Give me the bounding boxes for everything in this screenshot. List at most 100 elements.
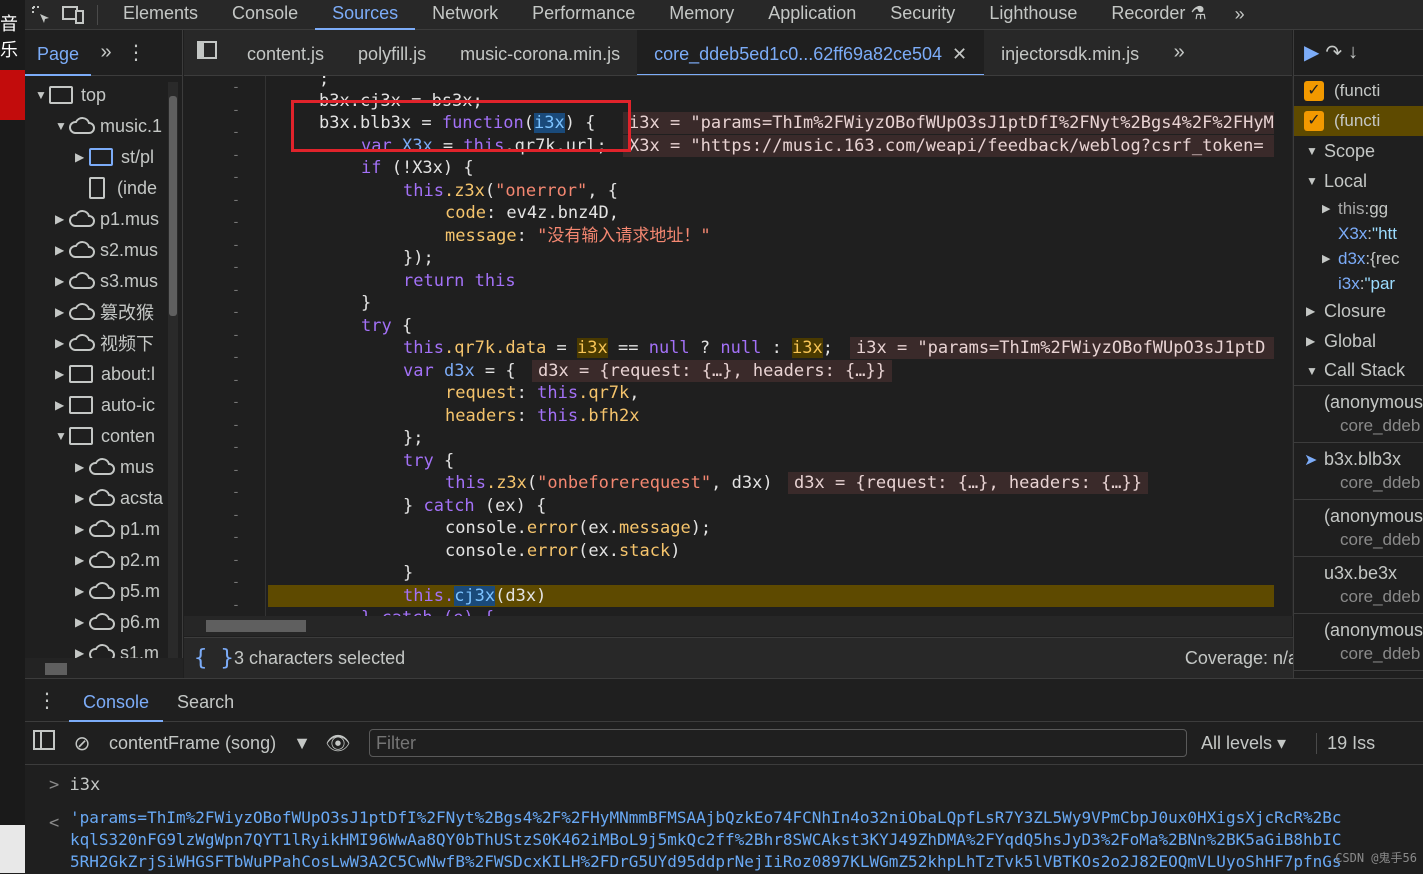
chevron-right-icon[interactable]: ▶ <box>75 584 89 598</box>
tree-item[interactable]: (inde <box>75 173 157 203</box>
drawer-tab-search[interactable]: Search <box>163 679 248 722</box>
call-frame-current[interactable]: ➤ b3x.blb3x core_ddeb <box>1294 443 1423 500</box>
gutter-marker[interactable]: - <box>230 78 242 94</box>
gutter-marker[interactable]: - <box>230 393 242 409</box>
tab-performance[interactable]: Performance <box>515 0 652 30</box>
line-gutter[interactable]: - - - - - - - - - - - - - - - - - - - - - - - - <box>184 76 266 616</box>
call-frame[interactable]: (anonymous core_ddeb <box>1294 500 1423 557</box>
tab-page[interactable]: Page <box>25 30 92 76</box>
tree-item[interactable]: ▶ p1.mus <box>55 204 159 234</box>
console-filter-input[interactable] <box>369 729 1187 757</box>
log-levels-dropdown[interactable]: All levels ▾ <box>1201 733 1286 754</box>
tree-item[interactable]: ▶ st/pl <box>75 142 154 172</box>
tab-security[interactable]: Security <box>873 0 972 30</box>
tree-item[interactable]: ▶ p1.m <box>75 514 160 544</box>
tree-item[interactable]: ▼ conten <box>55 421 155 451</box>
checkbox-checked-icon[interactable]: ✓ <box>1304 111 1324 131</box>
tab-console[interactable]: Console <box>215 0 315 30</box>
chevron-right-icon[interactable]: ▶ <box>75 460 89 474</box>
global-section[interactable]: ▶ Global <box>1294 326 1423 356</box>
pretty-print-icon[interactable]: { } <box>194 646 234 671</box>
call-frame[interactable]: u3x.be3x core_ddeb <box>1294 557 1423 614</box>
chevron-down-icon[interactable]: ▼ <box>55 429 69 443</box>
gutter-marker[interactable]: - <box>230 213 242 229</box>
gutter-marker[interactable]: - <box>230 146 242 162</box>
chevron-right-icon[interactable]: ▶ <box>75 150 89 164</box>
chevron-right-icon[interactable]: ▶ <box>75 522 89 536</box>
chevron-right-icon[interactable]: ▶ <box>75 491 89 505</box>
tab-lighthouse[interactable]: Lighthouse <box>972 0 1094 30</box>
file-tab-core[interactable]: core_ddeb5ed1c0...62ff69a82ce504 ✕ <box>637 30 985 75</box>
console-result[interactable]: 'params=ThIm%2FWiyzOBofWUpO3sJ1ptDfI%2FN… <box>70 807 1342 873</box>
tree-item[interactable]: ▶ p2.m <box>75 545 160 575</box>
device-toolbar-icon[interactable] <box>57 0 89 30</box>
more-tabs-icon[interactable]: » <box>1224 0 1256 30</box>
code-editor[interactable]: ------------------------ ; b3x.cj3x = bs… <box>184 76 1292 616</box>
gutter-marker[interactable]: - <box>230 236 242 252</box>
toggle-navigator-icon[interactable] <box>184 40 230 65</box>
tree-item[interactable]: ▶ s3.mus <box>55 266 158 296</box>
resume-icon[interactable]: ▶︎ <box>1304 40 1319 65</box>
tree-item[interactable]: ▶ p5.m <box>75 576 160 606</box>
gutter-marker[interactable]: - <box>230 371 242 387</box>
chevron-right-icon[interactable]: ▶ <box>55 336 69 350</box>
gutter-marker[interactable]: - <box>230 326 242 342</box>
closure-section[interactable]: ▶ Closure <box>1294 296 1423 326</box>
tree-item[interactable]: ▶ acsta <box>75 483 163 513</box>
gutter-marker[interactable]: - <box>230 596 242 612</box>
file-tab-injectorsdk[interactable]: injectorsdk.min.js <box>984 30 1156 75</box>
tree-item[interactable]: ▶ p6.m <box>75 607 160 637</box>
gutter-marker[interactable]: - <box>230 101 242 117</box>
tab-application[interactable]: Application <box>751 0 873 30</box>
tree-item[interactable]: ▼ top <box>35 80 106 110</box>
gutter-marker[interactable]: - <box>230 258 242 274</box>
gutter-marker[interactable]: - <box>230 416 242 432</box>
gutter-marker[interactable]: - <box>230 168 242 184</box>
clear-console-icon[interactable]: ⊘ <box>63 731 101 756</box>
drawer-tab-console[interactable]: Console <box>69 679 164 722</box>
step-over-icon[interactable]: ↷ <box>1325 40 1342 65</box>
gutter-marker[interactable]: - <box>230 551 242 567</box>
tree-item[interactable]: ▶ mus <box>75 452 154 482</box>
navigator-menu-icon[interactable]: ⋮ <box>121 40 151 65</box>
tree-item[interactable]: ▶ s2.mus <box>55 235 158 265</box>
scope-var-i3x[interactable]: i3x: "par <box>1294 271 1423 296</box>
chevron-right-icon[interactable]: ▶ <box>55 398 69 412</box>
chevron-right-icon[interactable]: ▶ <box>55 212 69 226</box>
more-navigator-tabs-icon[interactable]: » <box>91 41 121 64</box>
breakpoint-item[interactable]: ✓ (functi <box>1294 76 1423 106</box>
tree-item[interactable]: ▶ auto-ic <box>55 390 155 420</box>
call-frame[interactable]: (anonymous core_ddeb <box>1294 386 1423 443</box>
chevron-right-icon[interactable]: ▶ <box>75 615 89 629</box>
step-into-icon[interactable]: ↓ <box>1348 41 1358 64</box>
gutter-marker[interactable]: - <box>230 123 242 139</box>
gutter-marker[interactable]: - <box>230 528 242 544</box>
tab-elements[interactable]: Elements <box>106 0 215 30</box>
scope-var-this[interactable]: ▶ this: gg <box>1294 196 1423 221</box>
tab-memory[interactable]: Memory <box>652 0 751 30</box>
gutter-marker[interactable]: - <box>230 348 242 364</box>
gutter-marker[interactable]: - <box>230 483 242 499</box>
chevron-down-icon[interactable]: ▼ <box>55 119 69 133</box>
tree-item[interactable]: ▶ s1.m <box>75 638 159 660</box>
tab-network[interactable]: Network <box>415 0 515 30</box>
file-tab-music-corona[interactable]: music-corona.min.js <box>443 30 637 75</box>
close-tab-icon[interactable]: ✕ <box>952 44 967 64</box>
gutter-marker[interactable]: - <box>230 191 242 207</box>
chevron-down-icon[interactable]: ▼ <box>35 88 49 102</box>
drawer-menu-icon[interactable]: ⋮ <box>25 688 69 713</box>
chevron-right-icon[interactable]: ▶ <box>75 553 89 567</box>
scope-var-x3x[interactable]: X3x: "htt <box>1294 221 1423 246</box>
gutter-marker[interactable]: - <box>230 573 242 589</box>
local-section[interactable]: ▼ Local <box>1294 166 1423 196</box>
gutter-marker[interactable]: - <box>230 461 242 477</box>
tree-item[interactable]: ▶ 视频下 <box>55 328 154 358</box>
chevron-right-icon[interactable]: ▶ <box>55 274 69 288</box>
checkbox-checked-icon[interactable]: ✓ <box>1304 81 1324 101</box>
issues-counter[interactable]: 19 Iss <box>1316 732 1375 754</box>
navigator-horizontal-scrollbar[interactable] <box>25 658 183 678</box>
gutter-marker[interactable]: - <box>230 438 242 454</box>
call-stack-section[interactable]: ▼ Call Stack <box>1294 356 1423 386</box>
gutter-marker[interactable]: - <box>230 303 242 319</box>
navigator-scrollbar[interactable] <box>168 82 178 672</box>
